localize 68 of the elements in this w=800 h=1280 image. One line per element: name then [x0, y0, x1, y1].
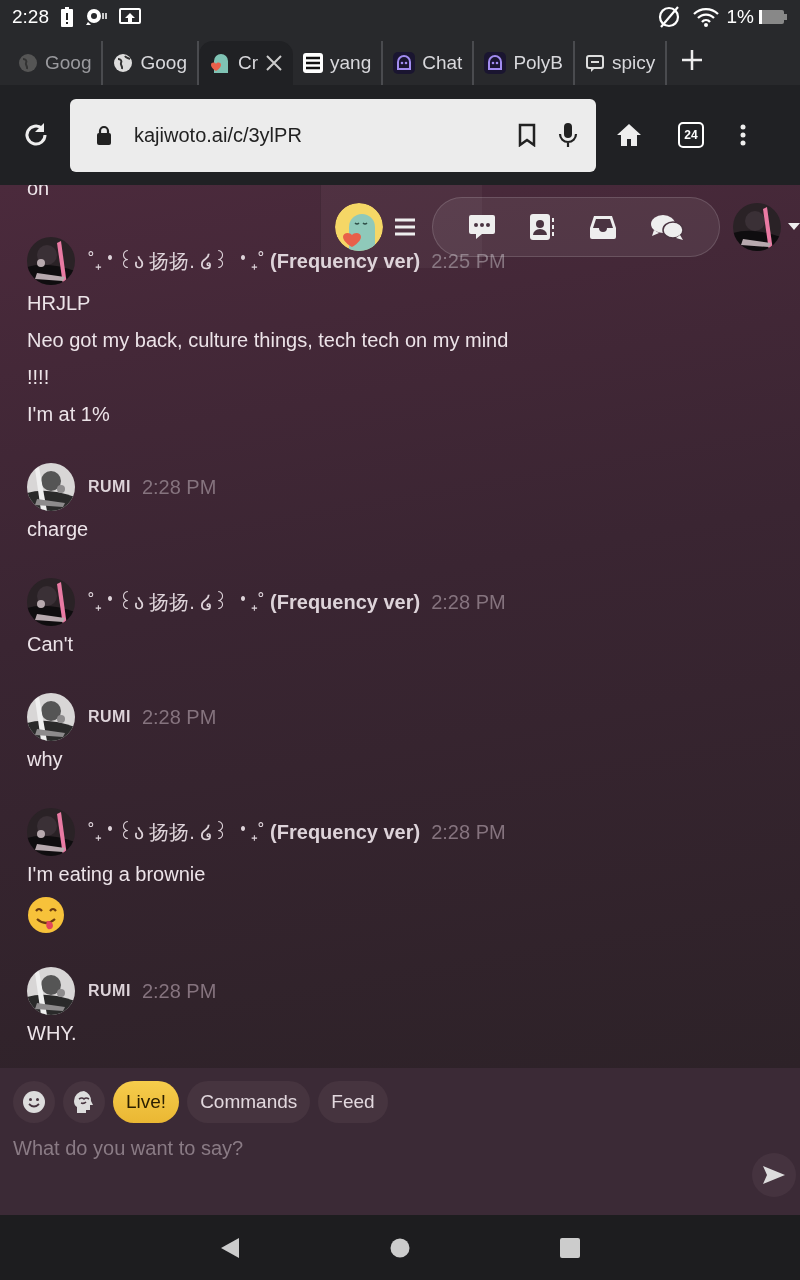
- brain-button[interactable]: [63, 1081, 105, 1123]
- author-name: ˚₊‧꒰ა 扬扬. ໒꒱ ‧₊˚ (Frequency ver): [88, 590, 421, 615]
- address-bar[interactable]: kajiwoto.ai/c/3ylPR: [70, 98, 596, 172]
- wifi-icon: [692, 7, 719, 27]
- mode-chip[interactable]: Feed: [318, 1081, 388, 1123]
- ghost-icon: [393, 52, 416, 74]
- back-icon[interactable]: [220, 1236, 240, 1259]
- message-text: HRJLP: [27, 292, 91, 314]
- home-icon[interactable]: [616, 123, 642, 147]
- list-icon: [303, 53, 324, 73]
- emoji-button[interactable]: [13, 1081, 55, 1123]
- more-menu-icon[interactable]: [740, 124, 746, 146]
- recents-icon[interactable]: [560, 1237, 580, 1258]
- bookmark-icon[interactable]: [518, 123, 536, 147]
- microphone-icon[interactable]: [558, 122, 578, 148]
- globe-icon: [113, 53, 134, 73]
- screen-share-icon: [119, 8, 141, 26]
- smiley-icon: [22, 1090, 46, 1114]
- send-icon: [762, 1165, 786, 1185]
- message-time: 2:28 PM: [431, 590, 506, 614]
- message-text: I'm at 1%: [27, 403, 110, 425]
- head-brain-icon: [72, 1090, 96, 1114]
- battery-icon: [758, 9, 788, 25]
- no-sim-icon: [656, 5, 681, 29]
- menu-icon[interactable]: [395, 217, 415, 236]
- message-input[interactable]: What do you want to say?: [13, 1133, 752, 1163]
- message-time: 2:28 PM: [141, 705, 217, 729]
- mascot-logo-icon[interactable]: [335, 202, 383, 251]
- chat-head-icon: [85, 8, 107, 26]
- mode-chip[interactable]: Commands: [187, 1081, 311, 1123]
- send-button[interactable]: [752, 1153, 796, 1197]
- message-text: !!!!: [27, 366, 50, 388]
- caret-icon[interactable]: [788, 222, 800, 231]
- message-time: 2:25 PM: [431, 249, 506, 273]
- contacts-icon[interactable]: [529, 212, 556, 241]
- home-button-icon[interactable]: [390, 1237, 410, 1258]
- conversation-icon[interactable]: [650, 212, 685, 241]
- message-text: Can't: [27, 633, 74, 655]
- message-text: on: [27, 185, 50, 199]
- chat-bubble-icon[interactable]: [467, 213, 496, 240]
- message-text: WHY.: [27, 1022, 77, 1044]
- mode-chip[interactable]: Live!: [113, 1081, 180, 1123]
- message-text: Neo got my back, culture things, tech tech on my mind: [27, 329, 509, 351]
- author-name: ˚₊‧꒰ა 扬扬. ໒꒱ ‧₊˚ (Frequency ver): [88, 820, 421, 845]
- battery-alert-icon: [61, 7, 73, 27]
- message-text: why: [27, 748, 63, 770]
- chat-bubble-icon: [585, 53, 605, 73]
- message-text: I'm eating a brownie: [27, 863, 206, 885]
- message-time: 2:28 PM: [141, 979, 217, 1003]
- message-time: 2:28 PM: [141, 475, 217, 499]
- author-name: ˚₊‧꒰ა 扬扬. ໒꒱ ‧₊˚ (Frequency ver): [88, 249, 421, 274]
- ghost-icon: [484, 52, 507, 74]
- clock: 2:28: [12, 6, 49, 28]
- browser-tab[interactable]: Cr: [198, 41, 294, 85]
- inbox-icon[interactable]: [588, 214, 617, 239]
- globe-icon: [18, 53, 38, 73]
- author-name: RUMI: [88, 708, 131, 726]
- close-icon[interactable]: [265, 54, 284, 72]
- battery-percent: 1%: [726, 6, 754, 28]
- mascot-icon: [208, 51, 231, 75]
- yum-emoji-icon: [27, 896, 65, 934]
- lock-icon: [96, 125, 112, 145]
- tab-count[interactable]: 24: [678, 122, 704, 148]
- message-text: charge: [27, 518, 89, 540]
- author-name: RUMI: [88, 478, 131, 496]
- new-tab-icon[interactable]: [681, 48, 704, 71]
- message-time: 2:28 PM: [431, 820, 506, 844]
- author-name: RUMI: [88, 982, 131, 1000]
